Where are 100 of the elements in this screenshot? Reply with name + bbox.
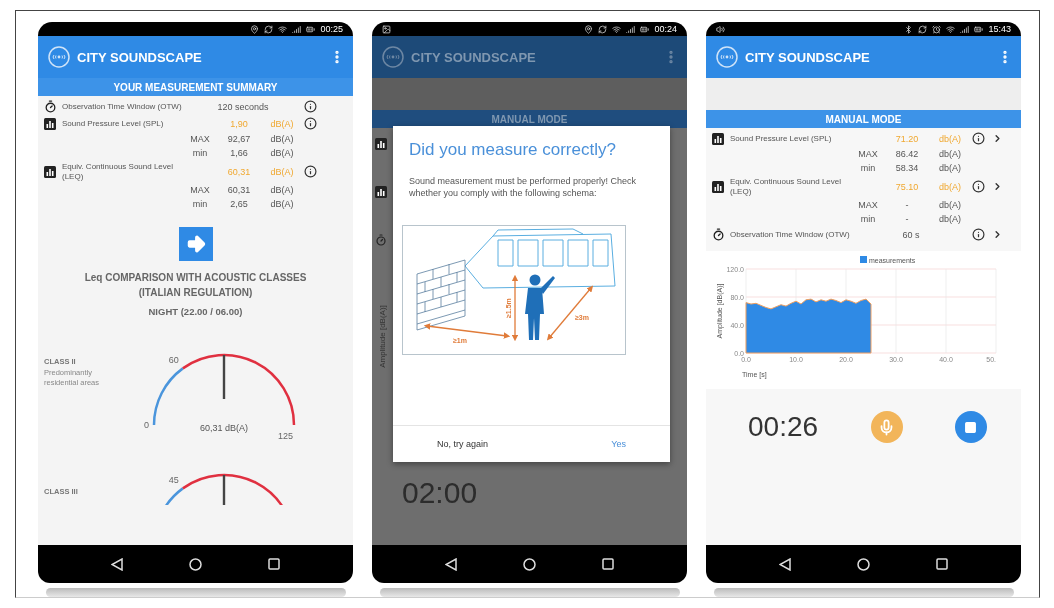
metric-label: Sound Pressure Level (SPL) bbox=[730, 133, 833, 144]
info-icon[interactable] bbox=[972, 180, 985, 194]
stat-unit: dB(A) bbox=[269, 185, 295, 196]
comparison-title: Leq COMPARISON WITH ACOUSTIC CLASSES (ITALIAN REGULATION) bbox=[83, 271, 308, 300]
period-label: NIGHT (22.00 / 06.00) bbox=[148, 306, 243, 318]
stopwatch-icon bbox=[44, 100, 57, 113]
sync-icon bbox=[918, 24, 928, 34]
metric-unit: db(A) bbox=[938, 133, 962, 144]
stat-label: min bbox=[191, 199, 209, 210]
back-icon[interactable] bbox=[445, 557, 457, 571]
metric-label: Sound Pressure Level (SPL) bbox=[62, 118, 165, 129]
metric-label: Observation Time Window (OTW) bbox=[62, 101, 182, 112]
home-icon[interactable] bbox=[189, 557, 202, 571]
stopwatch-icon bbox=[712, 228, 725, 242]
location-pin-icon bbox=[250, 24, 260, 34]
section-header: MANUAL MODE bbox=[372, 110, 687, 128]
app-title: CITY SOUNDSCAPE bbox=[411, 49, 537, 65]
metric-label: Equiv. Continuous Sound Level (LEQ) bbox=[62, 162, 175, 182]
stop-icon bbox=[964, 420, 978, 434]
location-pin-icon bbox=[584, 24, 594, 34]
stat-unit: db(A) bbox=[938, 149, 962, 159]
recents-icon[interactable] bbox=[936, 558, 948, 571]
stat-value: 86.42 bbox=[894, 149, 920, 159]
back-icon[interactable] bbox=[111, 557, 123, 571]
stat-value: 1,66 bbox=[229, 148, 249, 158]
dimension-arrow bbox=[546, 285, 594, 341]
bar-chart-icon bbox=[375, 186, 387, 198]
bar-chart-icon bbox=[44, 117, 56, 130]
stat-value: 2,65 bbox=[229, 199, 249, 210]
stat-unit: dB(A) bbox=[269, 134, 295, 144]
speaker-icon bbox=[716, 24, 725, 34]
logo-icon bbox=[716, 46, 738, 68]
person-icon bbox=[525, 274, 555, 341]
metric-label: Equiv. Continuous Sound Level (LEQ) bbox=[730, 177, 843, 197]
metric-value: 60 s bbox=[901, 229, 921, 240]
status-time: 00:24 bbox=[654, 24, 677, 34]
metric-value: 71.20 bbox=[894, 133, 920, 144]
bar-chart-icon bbox=[44, 165, 56, 178]
metric-unit: db(A) bbox=[938, 181, 962, 192]
stat-unit: db(A) bbox=[938, 163, 962, 173]
stat-label: MAX bbox=[189, 185, 211, 196]
metric-value: 1,90 bbox=[229, 118, 249, 129]
back-icon[interactable] bbox=[779, 557, 791, 571]
scale-label: 125 bbox=[278, 431, 294, 442]
threshold-label: 60 bbox=[168, 354, 179, 365]
recents-icon[interactable] bbox=[268, 558, 280, 571]
metric-unit: dB(A) bbox=[269, 166, 295, 177]
metric-label: Observation Time Window (OTW) bbox=[730, 229, 850, 240]
sync-icon bbox=[598, 24, 608, 34]
stat-unit: dB(A) bbox=[269, 148, 295, 158]
info-icon[interactable] bbox=[972, 228, 985, 242]
dialog-message: Sound measurement must be performed properly! Check whether you comply with the following schema: bbox=[409, 176, 638, 200]
stat-unit: db(A) bbox=[938, 214, 962, 225]
home-icon[interactable] bbox=[857, 557, 870, 571]
status-time: 15:43 bbox=[988, 24, 1011, 34]
section-header: MANUAL MODE bbox=[706, 110, 1021, 128]
status-time: 00:25 bbox=[320, 24, 343, 34]
retry-button[interactable]: No, try again bbox=[433, 437, 493, 451]
threshold-label: 45 bbox=[168, 474, 179, 485]
app-title: CITY SOUNDSCAPE bbox=[77, 49, 203, 65]
stat-value: 60,31 bbox=[226, 185, 252, 196]
confirm-button[interactable]: Yes bbox=[607, 437, 630, 451]
battery-icon bbox=[306, 24, 316, 34]
bar-chart-icon bbox=[712, 132, 724, 145]
metric-value: 60,31 bbox=[226, 166, 252, 177]
bar-chart-icon bbox=[712, 180, 724, 193]
gauge-reading: 60,31 dB(A) bbox=[200, 423, 248, 434]
timer-text: 00:26 bbox=[748, 411, 819, 444]
bar-chart-icon bbox=[375, 138, 387, 150]
chevron-right-icon[interactable] bbox=[992, 181, 1003, 193]
dialog-title: Did you measure correctly? bbox=[409, 140, 617, 160]
wifi-icon bbox=[278, 24, 288, 34]
stop-button[interactable] bbox=[955, 411, 987, 444]
stat-unit: db(A) bbox=[938, 200, 962, 211]
chevron-right-icon[interactable] bbox=[992, 229, 1003, 241]
metric-value: 75.10 bbox=[894, 181, 920, 192]
next-button[interactable] bbox=[178, 227, 213, 262]
stat-value: - bbox=[904, 214, 910, 225]
alarm-clock-icon bbox=[932, 24, 942, 34]
signal-icon bbox=[292, 24, 302, 34]
wifi-icon bbox=[946, 24, 956, 34]
home-icon[interactable] bbox=[523, 557, 536, 571]
info-icon[interactable] bbox=[304, 100, 317, 113]
stopwatch-icon bbox=[375, 234, 387, 246]
scale-label: 0 bbox=[144, 420, 149, 431]
info-icon[interactable] bbox=[972, 132, 985, 145]
stat-label: min bbox=[859, 163, 877, 173]
gauge-arc-low bbox=[152, 367, 184, 426]
stat-label: MAX bbox=[857, 149, 879, 159]
app-title: CITY SOUNDSCAPE bbox=[745, 49, 871, 65]
battery-icon bbox=[974, 24, 984, 34]
info-icon[interactable] bbox=[304, 165, 317, 179]
recents-icon[interactable] bbox=[602, 558, 614, 571]
logo-icon bbox=[48, 46, 70, 68]
chevron-right-icon[interactable] bbox=[992, 133, 1003, 144]
info-icon[interactable] bbox=[304, 117, 317, 130]
stat-label: MAX bbox=[857, 200, 879, 211]
stat-value: 58.34 bbox=[894, 163, 920, 173]
stat-label: min bbox=[191, 148, 209, 158]
stat-unit: dB(A) bbox=[269, 199, 295, 210]
